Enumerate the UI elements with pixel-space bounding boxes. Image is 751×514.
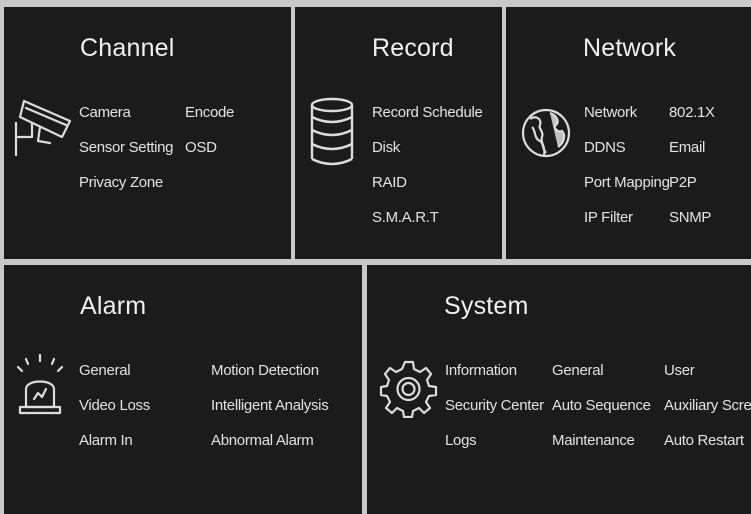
channel-title[interactable]: Channel bbox=[80, 34, 175, 63]
record-item-record-schedule[interactable]: Record Schedule bbox=[372, 104, 483, 121]
network-item-8021x[interactable]: 802.1X bbox=[669, 104, 715, 121]
system-item-information[interactable]: Information bbox=[445, 362, 517, 379]
alarm-item-general[interactable]: General bbox=[79, 362, 131, 379]
system-item-auxiliary-screen[interactable]: Auxiliary Scre bbox=[664, 397, 751, 414]
channel-item-encode[interactable]: Encode bbox=[185, 104, 234, 121]
system-item-security-center[interactable]: Security Center bbox=[445, 397, 544, 414]
alarm-title[interactable]: Alarm bbox=[80, 292, 146, 321]
system-item-auto-restart[interactable]: Auto Restart bbox=[664, 432, 744, 449]
record-item-smart[interactable]: S.M.A.R.T bbox=[372, 209, 439, 226]
channel-item-sensor-setting[interactable]: Sensor Setting bbox=[79, 139, 174, 156]
system-item-logs[interactable]: Logs bbox=[445, 432, 477, 449]
system-item-user[interactable]: User bbox=[664, 362, 695, 379]
network-item-port-mapping[interactable]: Port Mapping bbox=[584, 174, 670, 191]
system-item-maintenance[interactable]: Maintenance bbox=[552, 432, 635, 449]
system-title[interactable]: System bbox=[444, 292, 529, 321]
alarm-item-abnormal-alarm[interactable]: Abnormal Alarm bbox=[211, 432, 314, 449]
globe-icon bbox=[520, 97, 572, 169]
alarm-item-alarm-in[interactable]: Alarm In bbox=[79, 432, 133, 449]
system-item-general[interactable]: General bbox=[552, 362, 604, 379]
network-item-p2p[interactable]: P2P bbox=[669, 174, 697, 191]
channel-item-camera[interactable]: Camera bbox=[79, 104, 131, 121]
network-item-network[interactable]: Network bbox=[584, 104, 637, 121]
network-item-ddns[interactable]: DDNS bbox=[584, 139, 626, 156]
alarm-item-intelligent-analysis[interactable]: Intelligent Analysis bbox=[211, 397, 329, 414]
alarm-item-video-loss[interactable]: Video Loss bbox=[79, 397, 150, 414]
gear-icon bbox=[379, 358, 439, 418]
channel-item-privacy-zone[interactable]: Privacy Zone bbox=[79, 174, 163, 191]
record-item-disk[interactable]: Disk bbox=[372, 139, 400, 156]
channel-panel: Channel Camera Encode Sensor Setting OSD… bbox=[4, 7, 291, 259]
alarm-siren-icon bbox=[14, 353, 66, 419]
network-item-snmp[interactable]: SNMP bbox=[669, 209, 711, 226]
record-item-raid[interactable]: RAID bbox=[372, 174, 407, 191]
network-item-email[interactable]: Email bbox=[669, 139, 705, 156]
channel-item-osd[interactable]: OSD bbox=[185, 139, 217, 156]
database-icon bbox=[309, 97, 355, 169]
network-title[interactable]: Network bbox=[583, 34, 676, 63]
network-item-ip-filter[interactable]: IP Filter bbox=[584, 209, 633, 226]
record-title[interactable]: Record bbox=[372, 34, 454, 63]
record-panel: Record Record Schedule Disk RAID S.M.A.R… bbox=[295, 7, 502, 259]
alarm-panel: Alarm General Motion Detection Video Los… bbox=[4, 265, 362, 514]
system-panel: System Information General User Security… bbox=[367, 265, 751, 514]
system-item-auto-sequence[interactable]: Auto Sequence bbox=[552, 397, 651, 414]
network-panel: Network Network 802.1X DDNS Email Port M… bbox=[506, 7, 751, 259]
camera-icon bbox=[10, 97, 74, 159]
alarm-item-motion-detection[interactable]: Motion Detection bbox=[211, 362, 319, 379]
